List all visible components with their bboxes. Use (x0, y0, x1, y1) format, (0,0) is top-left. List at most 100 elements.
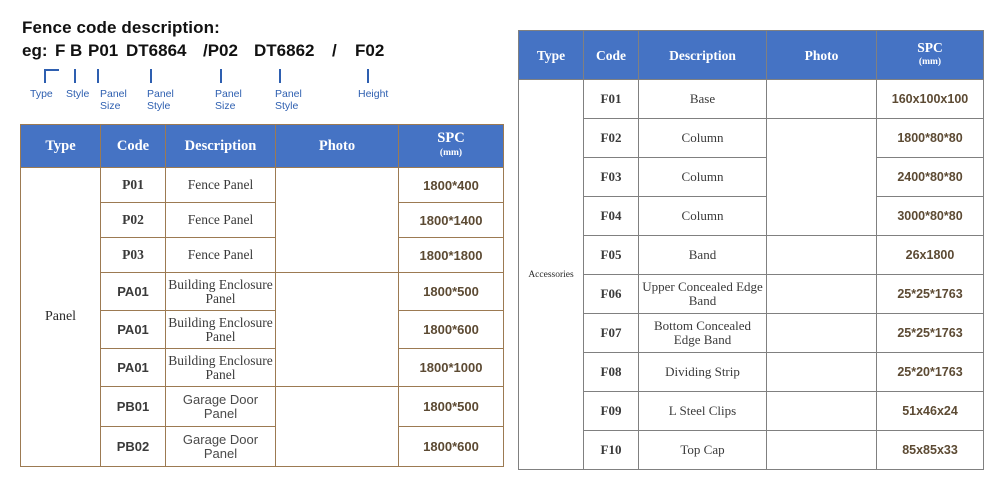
table-row: F08 Dividing Strip 25*20*1763 (519, 352, 984, 392)
black-base-bracket-photo (766, 79, 877, 119)
accessories-spc-cell: 51x46x24 (876, 391, 984, 431)
accessories-code-cell: F03 (583, 157, 639, 197)
table-row: F03 Column 2400*80*80 (519, 157, 984, 197)
dividing-strip-photo (766, 352, 877, 392)
accessories-spc-cell: 25*25*1763 (876, 274, 984, 314)
accessories-col-spc-unit: (mm) (918, 57, 942, 67)
panel-type-cell: Panel (20, 167, 101, 467)
label-panel-style-1: Panel Style (147, 88, 174, 112)
accessories-col-spc-label: SPC (917, 40, 943, 55)
black-band-strip-photo (766, 235, 877, 275)
page-root: Fence code description: eg: F B P01 DT68… (0, 0, 1000, 502)
label-height: Height (358, 88, 389, 100)
panel-code-cell: PA01 (100, 272, 166, 311)
table-row: F05 Band 26x1800 (519, 235, 984, 275)
code-example-line: eg: F B P01 DT6864 /P02 DT6862 / F02 (22, 41, 452, 67)
panel-description-cell: Garage Door Panel (165, 426, 276, 467)
accessories-description-cell: Upper Concealed Edge Band (638, 274, 767, 314)
code-token-panel-style-2: DT6862 (254, 41, 315, 60)
panel-col-code: Code (100, 124, 166, 168)
accessories-code-cell: F09 (583, 391, 639, 431)
connector-style (74, 69, 76, 83)
table-row: Accessories F01 Base 160x100x100 (518, 79, 984, 470)
panel-spc-cell: 1800*400 (398, 167, 504, 203)
accessories-spc-cell: 2400*80*80 (876, 157, 984, 197)
accessories-code-cell: F04 (583, 196, 639, 236)
l-steel-clip-photo (766, 391, 877, 431)
table-row: F06 Upper Concealed Edge Band 25*25*1763 (519, 274, 984, 314)
connector-panel-size-2 (220, 69, 222, 83)
accessories-col-photo: Photo (766, 30, 877, 80)
label-panel-style-2: Panel Style (275, 88, 302, 112)
panel-description-cell: Fence Panel (165, 167, 276, 203)
accessories-code-cell: F07 (583, 313, 639, 353)
panel-code-cell: PA01 (100, 348, 166, 387)
top-cap-photo (766, 430, 877, 470)
weathered-grey-wood-panel-photo (275, 167, 399, 273)
label-style: Style (66, 88, 90, 100)
table-row: Panel P01 Fence Panel 1800*400 (20, 167, 504, 467)
panel-spc-cell: 1800*1400 (398, 202, 504, 238)
cream-enclosure-panel-photo (275, 272, 399, 387)
table-row: F07 Bottom Concealed Edge Band 25*25*176… (519, 313, 984, 353)
panel-col-photo: Photo (275, 124, 399, 168)
accessories-description-cell: Dividing Strip (638, 352, 767, 392)
accessories-spc-cell: 25*20*1763 (876, 352, 984, 392)
connector-panel-style-2 (279, 69, 281, 83)
panel-table: Type Code Description Photo SPC (mm) Pan… (20, 124, 504, 467)
accessories-col-spc: SPC (mm) (876, 30, 984, 80)
accessories-description-cell: Column (638, 118, 767, 158)
accessories-code-cell: F01 (583, 79, 639, 119)
accessories-description-cell: Bottom Concealed Edge Band (638, 313, 767, 353)
accessories-description-cell: Column (638, 196, 767, 236)
panel-table-header-row: Type Code Description Photo SPC (mm) (20, 124, 504, 168)
brown-garage-door-panel-photo (275, 386, 399, 467)
accessories-spc-cell: 25*25*1763 (876, 313, 984, 353)
panel-description-cell: Garage Door Panel (165, 386, 276, 427)
accessories-spc-cell: 160x100x100 (876, 79, 984, 119)
code-description-title: Fence code description: (22, 18, 220, 37)
code-token-panel-size-1: P01 (88, 41, 119, 60)
fence-code-description: Fence code description: eg: F B P01 DT68… (22, 18, 452, 117)
code-token-type: F (55, 41, 66, 60)
panel-spc-cell: 1800*500 (398, 272, 504, 311)
accessories-description-cell: Column (638, 157, 767, 197)
accessories-spc-cell: 26x1800 (876, 235, 984, 275)
panel-code-cell: PB01 (100, 386, 166, 427)
accessories-type-cell: Accessories (518, 79, 584, 470)
connector-height (367, 69, 369, 83)
bottom-edge-band-photo (766, 313, 877, 353)
connector-panel-size-1 (97, 69, 99, 83)
code-part-labels: Type Style Panel Size Panel Style Panel … (22, 88, 452, 117)
panel-col-description: Description (165, 124, 276, 168)
panel-description-cell: Fence Panel (165, 202, 276, 238)
table-row: F04 Column 3000*80*80 (519, 196, 984, 236)
accessories-code-cell: F10 (583, 430, 639, 470)
black-aluminium-column-photo (766, 118, 877, 236)
panel-description-cell: Fence Panel (165, 237, 276, 273)
accessories-table-header-row: Type Code Description Photo SPC (mm) (518, 30, 984, 80)
accessories-code-cell: F06 (583, 274, 639, 314)
accessories-spc-cell: 3000*80*80 (876, 196, 984, 236)
accessories-description-cell: Band (638, 235, 767, 275)
panel-code-cell: PA01 (100, 310, 166, 349)
panel-spc-cell: 1800*600 (398, 310, 504, 349)
code-token-panel-size-2: /P02 (203, 41, 238, 60)
accessories-code-cell: F08 (583, 352, 639, 392)
code-token-panel-style-1: DT6864 (126, 41, 187, 60)
panel-col-spc-label: SPC (437, 130, 465, 146)
label-type: Type (30, 88, 53, 100)
accessories-col-code: Code (583, 30, 639, 80)
code-token-height: F02 (355, 41, 385, 60)
panel-col-type: Type (20, 124, 101, 168)
label-panel-size-2: Panel Size (215, 88, 242, 112)
accessories-description-cell: Top Cap (638, 430, 767, 470)
accessories-spc-cell: 1800*80*80 (876, 118, 984, 158)
panel-col-spc-unit: (mm) (439, 148, 463, 158)
table-row: F09 L Steel Clips 51x46x24 (519, 391, 984, 431)
panel-code-cell: P02 (100, 202, 166, 238)
panel-description-cell: Building Enclosure Panel (165, 272, 276, 311)
code-connector-lines (22, 67, 452, 89)
panel-col-spc: SPC (mm) (398, 124, 504, 168)
accessories-col-type: Type (518, 30, 584, 80)
